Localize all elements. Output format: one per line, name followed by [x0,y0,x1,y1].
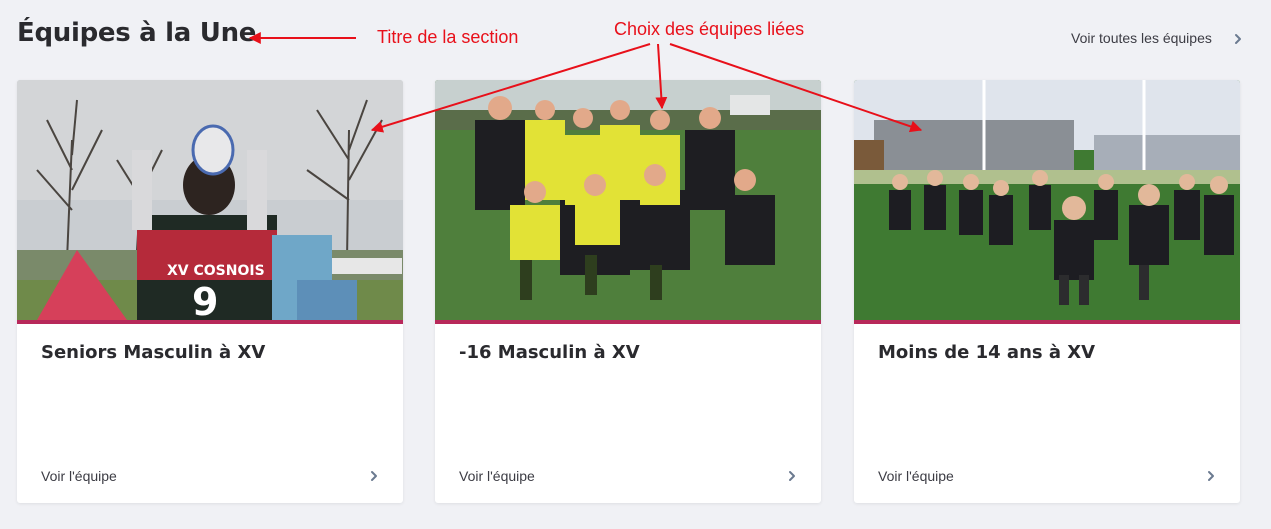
see-all-teams-link[interactable]: Voir toutes les équipes [1071,30,1241,46]
card-title: Moins de 14 ans à XV [878,342,1096,363]
card-title: Seniors Masculin à XV [41,342,266,363]
see-all-teams-label: Voir toutes les équipes [1071,30,1212,46]
chevron-right-icon [789,471,795,481]
chevron-right-icon [371,471,377,481]
team-photo [854,80,1240,320]
team-photo [435,80,821,320]
chevron-right-icon [1235,34,1241,44]
section-title: Équipes à la Une [17,18,257,48]
see-team-link[interactable]: Voir l'équipe [878,468,954,484]
team-card-u14[interactable]: Moins de 14 ans à XV Voir l'équipe [854,80,1240,503]
svg-text:XV COSNOIS: XV COSNOIS [167,263,265,279]
card-title: -16 Masculin à XV [459,342,640,363]
see-team-link[interactable]: Voir l'équipe [41,468,117,484]
annotation-linked-teams: Choix des équipes liées [614,19,805,39]
team-photo: XV COSNOIS 9 [17,80,403,320]
see-team-link[interactable]: Voir l'équipe [459,468,535,484]
svg-text:9: 9 [192,280,218,320]
team-card-seniors[interactable]: XV COSNOIS 9 Seniors Masculin à XV Voir … [17,80,403,503]
team-card-u16[interactable]: -16 Masculin à XV Voir l'équipe [435,80,821,503]
chevron-right-icon [1208,471,1214,481]
annotation-section-title: Titre de la section [377,27,519,47]
